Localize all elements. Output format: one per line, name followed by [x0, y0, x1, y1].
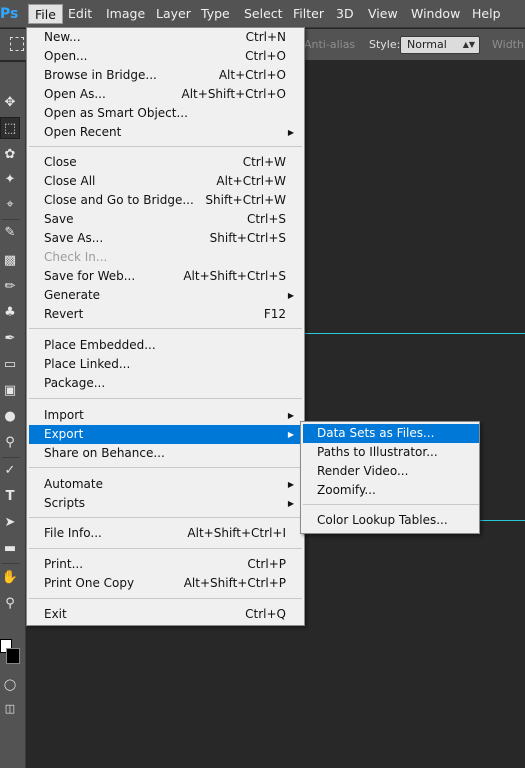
submenu-item-color-lookup-tables[interactable]: Color Lookup Tables...	[303, 511, 479, 530]
menu-window[interactable]: Window	[405, 4, 466, 24]
menu-help[interactable]: Help	[466, 4, 507, 24]
menu-layer[interactable]: Layer	[150, 4, 197, 24]
style-select[interactable]: Normal ▲▼	[400, 36, 480, 54]
menu-3d[interactable]: 3D	[330, 4, 360, 24]
menu-item-exit[interactable]: Exit Ctrl+Q	[29, 605, 302, 624]
menu-edit[interactable]: Edit	[62, 4, 98, 24]
blur-tool-icon[interactable]: ●	[0, 406, 20, 428]
menu-item-generate[interactable]: Generate ▶	[29, 286, 302, 305]
submenu-arrow-icon: ▶	[287, 430, 294, 439]
menu-item-open[interactable]: Open... Ctrl+O	[29, 47, 302, 66]
menu-type[interactable]: Type	[195, 4, 236, 24]
menu-item-print[interactable]: Print... Ctrl+P	[29, 555, 302, 574]
menu-item-open-as-smart-object[interactable]: Open as Smart Object...	[29, 104, 302, 123]
submenu-arrow-icon: ▶	[287, 480, 294, 489]
menu-divider	[29, 398, 302, 399]
gradient-tool-icon[interactable]: ▣	[0, 380, 20, 402]
menu-divider	[29, 548, 302, 549]
menu-item-export[interactable]: Export ▶	[29, 425, 302, 444]
export-submenu: Data Sets as Files... Paths to Illustrat…	[300, 421, 480, 534]
menu-divider	[303, 504, 479, 505]
menu-item-close-and-go-to-bridge[interactable]: Close and Go to Bridge... Shift+Ctrl+W	[29, 191, 302, 210]
submenu-item-paths-to-illustrator[interactable]: Paths to Illustrator...	[303, 443, 479, 462]
submenu-arrow-icon: ▶	[287, 128, 294, 137]
magic-wand-tool-icon[interactable]: ✦	[0, 169, 20, 191]
eyedropper-tool-icon[interactable]: ✎	[0, 222, 20, 244]
brush-tool-icon[interactable]: ✏	[0, 276, 20, 298]
submenu-item-data-sets-as-files[interactable]: Data Sets as Files...	[303, 424, 479, 443]
menu-filter[interactable]: Filter	[287, 4, 330, 24]
menu-divider	[29, 467, 302, 468]
background-color-swatch[interactable]	[6, 648, 20, 664]
menu-item-save-for-web[interactable]: Save for Web... Alt+Shift+Ctrl+S	[29, 267, 302, 286]
menu-item-save-as[interactable]: Save As... Shift+Ctrl+S	[29, 229, 302, 248]
submenu-item-zoomify[interactable]: Zoomify...	[303, 481, 479, 500]
dodge-tool-icon[interactable]: ⚲	[0, 432, 20, 454]
submenu-arrow-icon: ▶	[287, 411, 294, 420]
guide-line	[480, 520, 525, 521]
marquee-preset-icon[interactable]	[10, 37, 24, 51]
menu-item-new[interactable]: New... Ctrl+N	[29, 28, 302, 47]
menu-item-package[interactable]: Package...	[29, 374, 302, 393]
rectangle-tool-icon[interactable]: ▬	[0, 538, 20, 560]
move-tool-icon[interactable]: ✥	[0, 92, 20, 114]
menu-select[interactable]: Select	[238, 4, 289, 24]
menu-item-print-one-copy[interactable]: Print One Copy Alt+Shift+Ctrl+P	[29, 574, 302, 593]
pen-tool-icon[interactable]: ✓	[0, 460, 20, 482]
menu-item-open-as[interactable]: Open As... Alt+Shift+Ctrl+O	[29, 85, 302, 104]
screen-mode-icon[interactable]: ◫	[0, 698, 20, 720]
menu-divider	[29, 517, 302, 518]
menu-item-save[interactable]: Save Ctrl+S	[29, 210, 302, 229]
menu-item-place-linked[interactable]: Place Linked...	[29, 355, 302, 374]
menu-item-open-recent[interactable]: Open Recent ▶	[29, 123, 302, 142]
submenu-arrow-icon: ▶	[287, 291, 294, 300]
menu-item-import[interactable]: Import ▶	[29, 406, 302, 425]
menu-image[interactable]: Image	[100, 4, 151, 24]
file-menu-dropdown: New... Ctrl+N Open... Ctrl+O Browse in Bri…	[26, 27, 305, 626]
photoshop-logo: Ps	[0, 6, 19, 22]
eraser-tool-icon[interactable]: ▭	[0, 354, 20, 376]
menu-item-browse-in-bridge[interactable]: Browse in Bridge... Alt+Ctrl+O	[29, 66, 302, 85]
menu-divider	[29, 328, 302, 329]
guide-line	[305, 333, 525, 334]
antialias-label: Anti-alias	[304, 38, 356, 51]
submenu-item-render-video[interactable]: Render Video...	[303, 462, 479, 481]
menu-divider	[29, 146, 302, 147]
menu-item-scripts[interactable]: Scripts ▶	[29, 494, 302, 513]
crop-tool-icon[interactable]: ⌖	[0, 194, 20, 216]
menu-item-revert[interactable]: Revert F12	[29, 305, 302, 324]
menu-item-file-info[interactable]: File Info... Alt+Shift+Ctrl+I	[29, 524, 302, 543]
type-tool-icon[interactable]: T	[0, 486, 20, 508]
quick-mask-icon[interactable]: ◯	[0, 674, 20, 696]
menu-item-automate[interactable]: Automate ▶	[29, 475, 302, 494]
hand-tool-icon[interactable]: ✋	[0, 567, 20, 589]
marquee-tool-icon[interactable]: ⬚	[0, 117, 20, 139]
tools-panel: ✥ ⬚ ✿ ✦ ⌖ ✎ ▩ ✏ ♣ ✒ ▭ ▣ ● ⚲ ✓ T ➤ ▬ ✋ ⚲ …	[0, 62, 26, 768]
menu-divider	[29, 598, 302, 599]
path-selection-tool-icon[interactable]: ➤	[0, 512, 20, 534]
healing-tool-icon[interactable]: ▩	[0, 250, 20, 272]
clone-stamp-tool-icon[interactable]: ♣	[0, 302, 20, 324]
menu-bar: Ps File Edit Image Layer Type Select Fil…	[0, 0, 525, 28]
menu-item-place-embedded[interactable]: Place Embedded...	[29, 336, 302, 355]
menu-file[interactable]: File	[28, 4, 63, 24]
menu-item-share-on-behance[interactable]: Share on Behance...	[29, 444, 302, 463]
submenu-arrow-icon: ▶	[287, 499, 294, 508]
width-label: Width:	[492, 38, 525, 51]
chevron-updown-icon: ▲▼	[462, 40, 475, 49]
lasso-tool-icon[interactable]: ✿	[0, 144, 20, 166]
zoom-tool-icon[interactable]: ⚲	[0, 593, 20, 615]
menu-view[interactable]: View	[362, 4, 404, 24]
menu-item-close-all[interactable]: Close All Alt+Ctrl+W	[29, 172, 302, 191]
history-brush-tool-icon[interactable]: ✒	[0, 328, 20, 350]
style-select-value: Normal	[407, 38, 447, 51]
menu-item-close[interactable]: Close Ctrl+W	[29, 153, 302, 172]
menu-item-check-in: Check In...	[44, 250, 108, 264]
style-label: Style:	[369, 38, 401, 51]
